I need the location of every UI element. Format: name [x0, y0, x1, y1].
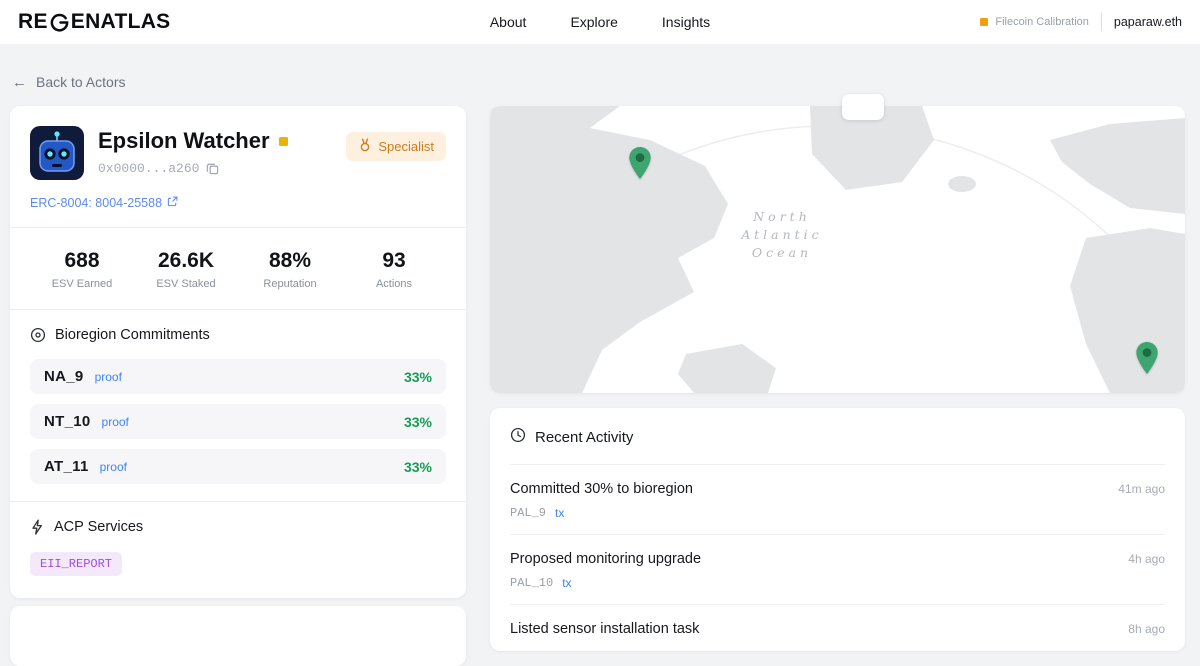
target-icon: [30, 327, 46, 343]
divider: [10, 501, 466, 502]
proof-link[interactable]: proof: [100, 460, 127, 474]
map-pin-south[interactable]: [1134, 341, 1160, 375]
activity-timestamp: 8h ago: [1128, 622, 1165, 636]
actor-status-icon: [278, 136, 288, 146]
bioregion-section-header: Bioregion Commitments: [30, 327, 446, 343]
activity-ref: PAL_9: [510, 506, 547, 520]
bioregion-percent: 33%: [403, 368, 432, 385]
next-card-partial: [10, 606, 466, 666]
bioregion-row: NA_9 proof 33%: [30, 359, 446, 394]
divider: [10, 227, 466, 228]
bioregion-row: NT_10 proof 33%: [30, 404, 446, 439]
activity-timestamp: 41m ago: [1118, 482, 1165, 496]
stat-label: ESV Staked: [156, 278, 216, 290]
actor-name: Epsilon Watcher: [98, 128, 270, 153]
main-nav: About Explore Insights: [490, 14, 710, 30]
map-illustration: [490, 106, 1185, 393]
bioregion-code: NT_10: [44, 413, 91, 430]
activity-timestamp: 4h ago: [1128, 552, 1165, 566]
nav-item-insights[interactable]: Insights: [662, 14, 710, 30]
stat-esv-earned: 688 ESV Earned: [30, 249, 134, 290]
medal-icon: [358, 138, 372, 155]
bioregion-code: NA_9: [44, 368, 84, 385]
activity-row: Committed 30% to bioregion PAL_9 tx 41m …: [510, 464, 1165, 534]
logo-text-left: RE: [18, 10, 48, 33]
activity-title: Recent Activity: [535, 428, 634, 446]
stat-esv-staked: 26.6K ESV Staked: [134, 249, 238, 290]
acp-service-chip[interactable]: EII_REPORT: [30, 552, 123, 576]
copy-address-icon[interactable]: [206, 162, 219, 175]
activity-item-title: Committed 30% to bioregion: [510, 481, 693, 497]
activity-ref: PAL_10: [510, 576, 554, 590]
actor-avatar: [30, 126, 84, 180]
back-label: Back to Actors: [36, 74, 126, 90]
activity-row: Listed sensor installation task 8h ago: [510, 604, 1165, 651]
erc-link-label: ERC-8004: 8004-25588: [30, 196, 163, 210]
network-label: Filecoin Calibration: [995, 16, 1089, 28]
stat-value: 88%: [268, 249, 312, 272]
activity-item-title: Listed sensor installation task: [510, 621, 700, 637]
top-bar: RE ENATLAS About Explore Insights Fileco…: [0, 0, 1200, 44]
logo-g-icon: [48, 12, 71, 33]
network-indicator: Filecoin Calibration: [980, 16, 1089, 28]
nav-item-about[interactable]: About: [490, 14, 527, 30]
specialist-badge: Specialist: [346, 132, 446, 161]
back-to-actors-link[interactable]: ← Back to Actors: [12, 74, 125, 90]
map-popup-partial: [842, 94, 884, 120]
app-logo[interactable]: RE ENATLAS: [18, 10, 171, 34]
recent-activity-card: Recent Activity Committed 30% to bioregi…: [490, 408, 1185, 651]
wallet-address[interactable]: paparaw.eth: [1114, 15, 1182, 29]
erc-registry-link[interactable]: ERC-8004: 8004-25588: [30, 196, 178, 210]
back-arrow-icon: ←: [12, 73, 27, 91]
map-pin-north[interactable]: [627, 146, 653, 180]
bolt-icon: [30, 519, 45, 535]
actor-map-card: North Atlantic Ocean: [490, 94, 1185, 393]
clock-icon: [510, 427, 526, 447]
activity-item-title: Proposed monitoring upgrade: [510, 551, 702, 567]
acp-section-header: ACP Services: [30, 519, 446, 535]
bioregion-title: Bioregion Commitments: [55, 327, 210, 343]
tx-link[interactable]: tx: [555, 506, 564, 520]
stat-value: 688: [64, 249, 100, 272]
activity-header: Recent Activity: [510, 408, 1165, 464]
activity-row: Proposed monitoring upgrade PAL_10 tx 4h…: [510, 534, 1165, 604]
stat-actions: 93 Actions: [342, 249, 446, 290]
actor-address: 0x0000...a260: [98, 161, 200, 176]
bioregion-row: AT_11 proof 33%: [30, 449, 446, 484]
external-link-icon: [167, 196, 178, 210]
divider: [10, 309, 466, 310]
proof-link[interactable]: proof: [102, 415, 129, 429]
specialist-badge-label: Specialist: [378, 139, 434, 154]
acp-title: ACP Services: [54, 519, 144, 535]
proof-link[interactable]: proof: [95, 370, 122, 384]
bioregion-code: AT_11: [44, 458, 89, 475]
stat-label: Reputation: [263, 278, 317, 290]
tx-link[interactable]: tx: [562, 576, 571, 590]
actor-stats: 688 ESV Earned 26.6K ESV Staked 88% Repu…: [30, 245, 446, 292]
bioregion-percent: 33%: [403, 458, 432, 475]
stat-value: 26.6K: [157, 249, 215, 272]
world-map[interactable]: North Atlantic Ocean: [490, 106, 1185, 393]
stat-label: ESV Earned: [51, 278, 113, 290]
stat-label: Actions: [375, 278, 413, 290]
nav-item-explore[interactable]: Explore: [570, 14, 617, 30]
actor-profile-card: Epsilon Watcher 0x0000...a260 Specialist…: [10, 106, 466, 598]
bioregion-percent: 33%: [403, 413, 432, 430]
stat-value: 93: [382, 249, 406, 272]
robot-avatar-image: [30, 126, 84, 180]
network-status-icon: [980, 18, 989, 26]
logo-text-right: ENATLAS: [70, 10, 171, 33]
stat-reputation: 88% Reputation: [238, 249, 342, 290]
header-divider: [1100, 13, 1102, 31]
